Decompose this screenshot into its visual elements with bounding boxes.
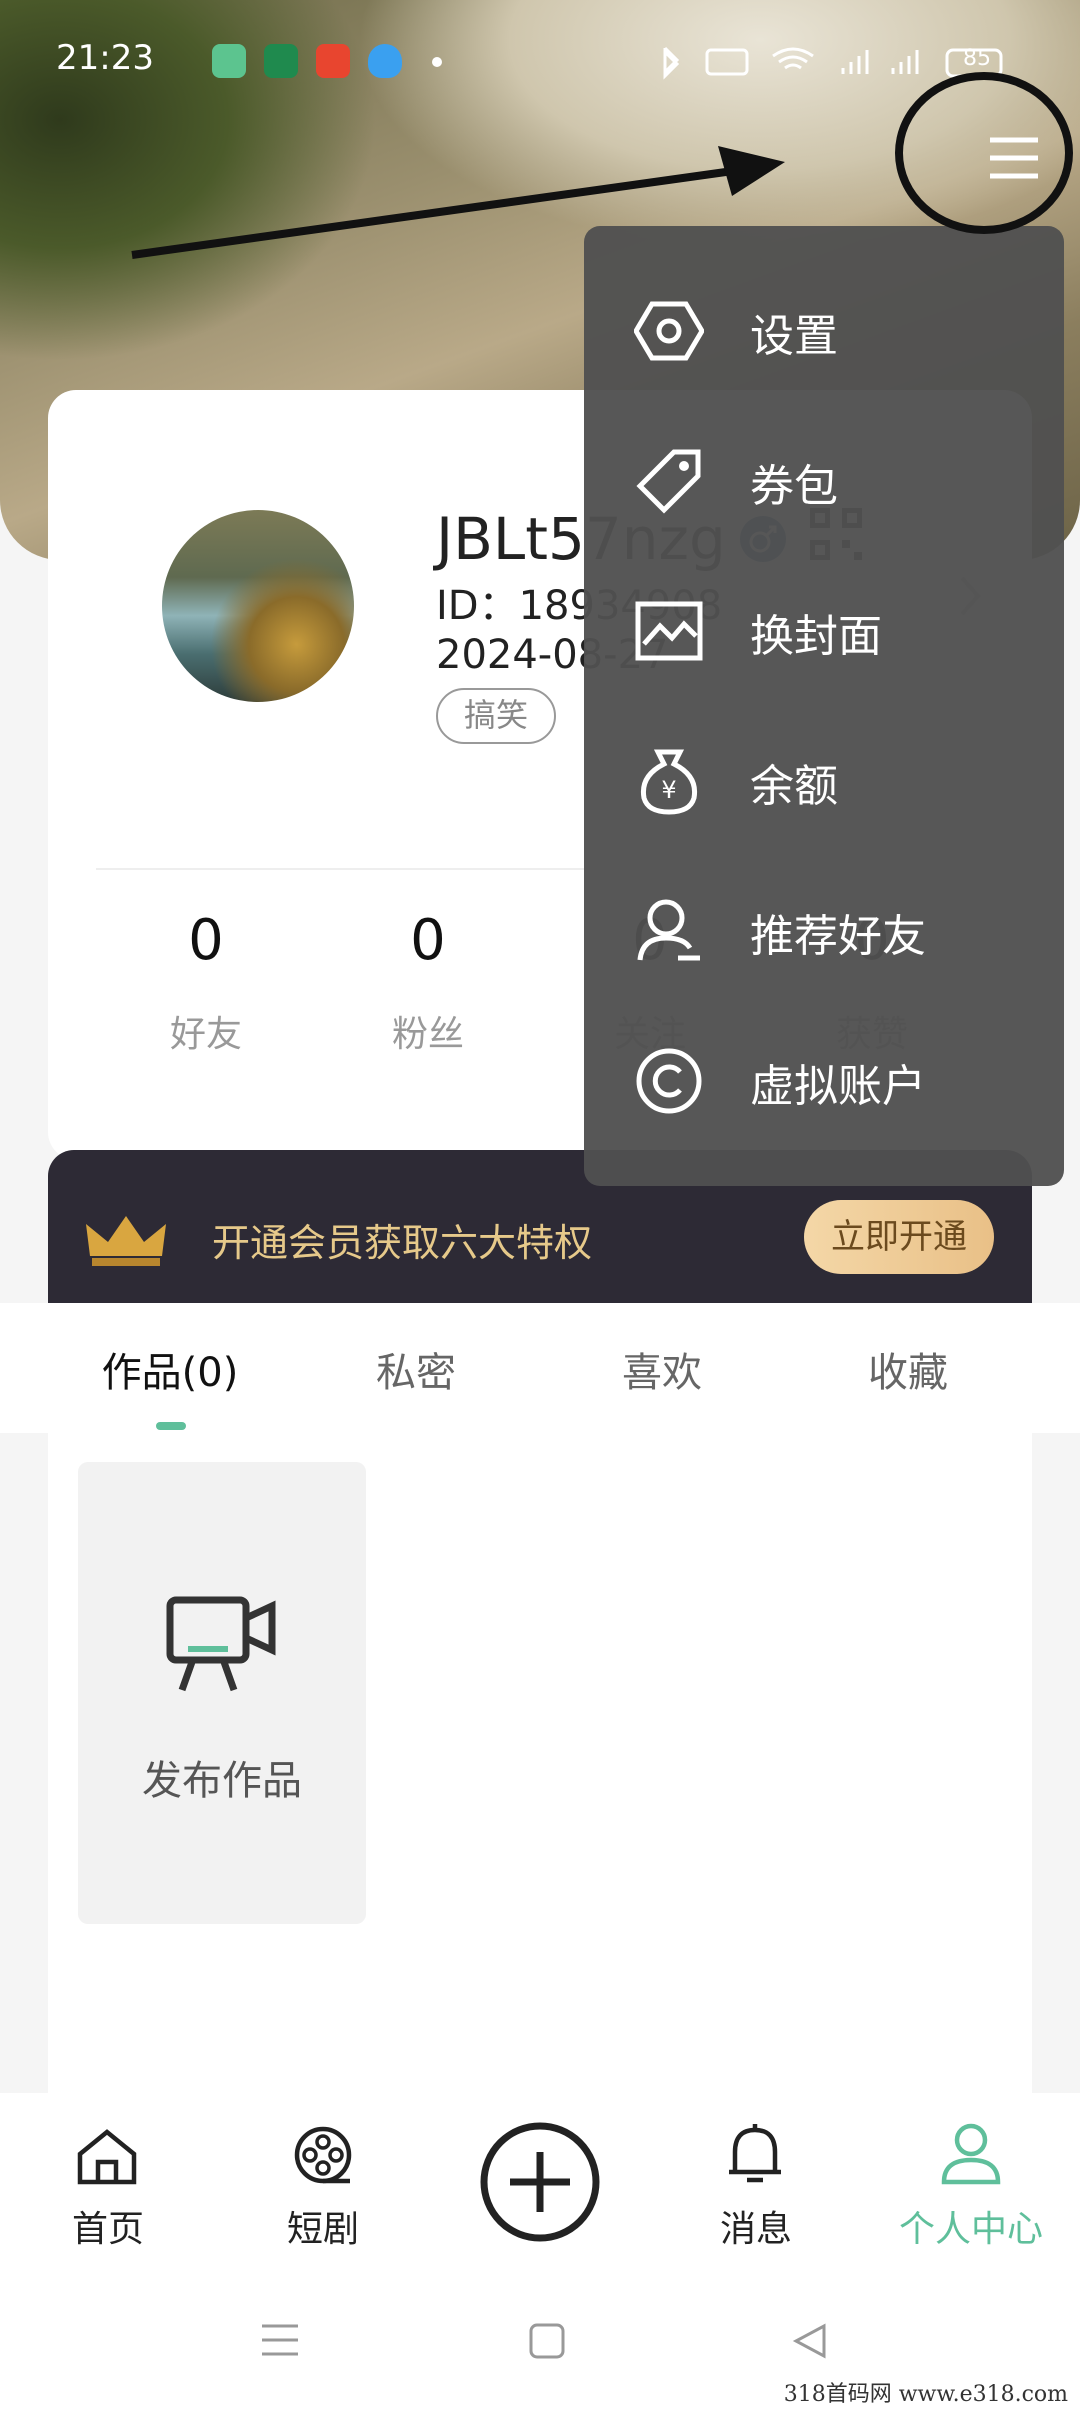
nav-home[interactable]: 首页	[28, 2200, 188, 2252]
stat-fans-label: 粉丝	[391, 1014, 464, 1055]
video-app-icon	[316, 44, 350, 78]
image-cover-icon	[635, 601, 703, 661]
plus-circle-icon[interactable]	[478, 2120, 602, 2244]
back-triangle-icon[interactable]	[792, 2322, 828, 2360]
svg-text:¥: ¥	[661, 776, 676, 804]
tab-likes[interactable]: 喜欢	[562, 1340, 762, 1398]
recommend-friend-icon	[637, 899, 700, 961]
virtual-account-icon	[636, 1048, 702, 1114]
coupon-tag-icon	[636, 449, 701, 514]
menu-item-balance[interactable]: ¥ 余额	[584, 706, 1064, 854]
watermark: 318首码网 www.e318.com	[783, 2382, 1068, 2407]
stat-friends-label: 好友	[169, 1014, 242, 1055]
nav-profile[interactable]: 个人中心	[891, 2200, 1051, 2252]
hd-icon	[705, 48, 749, 76]
download-app-icon	[212, 44, 246, 78]
hexagon-settings-icon	[634, 301, 704, 361]
tab-favorites[interactable]: 收藏	[808, 1340, 1008, 1398]
menu-item-virtual-account[interactable]: 虚拟账户	[584, 1006, 1064, 1154]
vip-promo-text: 开通会员获取六大特权	[212, 1221, 593, 1265]
home-icon[interactable]	[76, 2128, 138, 2186]
signal-icon-2	[891, 50, 919, 74]
avatar[interactable]	[162, 510, 354, 702]
interest-tag[interactable]: 搞笑	[436, 688, 556, 744]
menu-item-coupons[interactable]: 券包	[584, 406, 1064, 554]
notification-dot-icon	[432, 57, 442, 67]
nav-messages[interactable]: 消息	[676, 2200, 836, 2252]
hamburger-menu-icon[interactable]	[988, 136, 1040, 180]
money-bag-icon: ¥	[640, 749, 698, 815]
tab-works[interactable]: 作品(0)	[70, 1340, 270, 1398]
battery-level: 85	[963, 46, 991, 71]
film-reel-icon[interactable]	[292, 2124, 354, 2186]
bluetooth-icon	[663, 46, 680, 80]
vip-open-button[interactable]: 立即开通	[804, 1200, 994, 1274]
menu-item-settings[interactable]: 设置	[584, 256, 1064, 404]
crown-icon	[86, 1216, 166, 1266]
stat-friends-count[interactable]: 0	[136, 908, 276, 973]
person-icon[interactable]	[940, 2122, 1002, 2186]
bell-icon[interactable]	[725, 2122, 785, 2188]
stat-fans-count[interactable]: 0	[358, 908, 498, 973]
wifi-icon	[772, 47, 814, 70]
recent-apps-icon[interactable]	[260, 2322, 300, 2358]
status-time: 21:23	[56, 38, 154, 78]
annotation-circle	[895, 72, 1073, 234]
qq-app-icon	[368, 44, 402, 78]
video-camera-icon	[166, 1596, 276, 1692]
home-square-icon[interactable]	[528, 2322, 566, 2360]
menu-item-change-cover[interactable]: 换封面	[584, 556, 1064, 704]
nav-short-drama[interactable]: 短剧	[243, 2200, 403, 2252]
menu-item-recommend-friends[interactable]: 推荐好友	[584, 856, 1064, 1004]
publish-work-label: 发布作品	[142, 1758, 302, 1804]
tab-private[interactable]: 私密	[316, 1340, 516, 1398]
tab-active-indicator	[156, 1422, 186, 1430]
oppo-app-icon	[264, 44, 298, 78]
signal-icon	[841, 50, 869, 74]
